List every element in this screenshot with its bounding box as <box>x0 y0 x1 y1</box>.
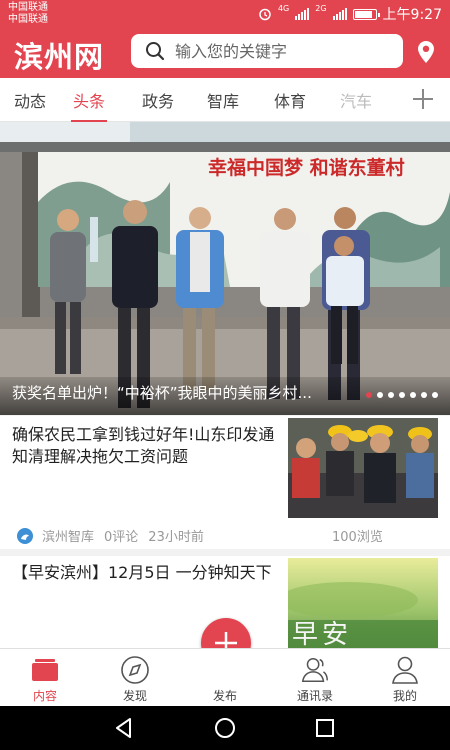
carousel-dot[interactable] <box>421 392 427 398</box>
home-icon[interactable] <box>214 717 236 739</box>
signal-icon <box>332 8 347 20</box>
news-time: 23小时前 <box>148 530 204 545</box>
thumb-text: 早安 <box>292 620 353 648</box>
tab-dongtai[interactable]: 动态 <box>14 88 46 112</box>
carousel-dot[interactable] <box>410 392 416 398</box>
contacts-icon <box>301 657 328 683</box>
carousel-dot[interactable] <box>399 392 405 398</box>
nav-label: 我的 <box>392 689 417 703</box>
profile-icon <box>392 656 418 684</box>
tab-zhengwu[interactable]: 政务 <box>142 88 174 112</box>
banner-image: 幸福中国梦 和谐东董村 <box>0 122 450 415</box>
hero-banner[interactable]: 幸福中国梦 和谐东董村 获奖名单出炉！“中裕杯”我眼中的美丽乡村... <box>0 122 450 415</box>
app-header: 滨州网 <box>0 28 450 78</box>
source-avatar-icon <box>17 527 33 544</box>
system-nav-bar <box>0 706 450 750</box>
alarm-icon <box>259 8 271 21</box>
search-bar[interactable] <box>131 34 403 68</box>
nav-content[interactable]: 内容 <box>0 649 90 707</box>
signal-icon <box>295 8 310 20</box>
news-source: 滨州智库 <box>42 530 95 545</box>
nav-label: 通讯录 <box>296 689 333 703</box>
news-item[interactable]: 确保农民工拿到钱过好年!山东印发通知清理解决拖欠工资问题 滨州智库 0评论 23… <box>0 416 450 549</box>
recent-apps-icon[interactable] <box>314 717 336 739</box>
nav-contacts[interactable]: 通讯录 <box>270 649 360 707</box>
carousel-dot[interactable] <box>377 392 383 398</box>
carrier-info: 中国联通 中国联通 <box>8 2 48 26</box>
mural-slogan: 幸福中国梦 和谐东董村 <box>208 156 405 179</box>
carousel-dot[interactable] <box>366 392 372 398</box>
status-bar: 中国联通 中国联通 4G 2G 上午9:27 <box>0 0 450 28</box>
nav-label: 发现 <box>122 689 147 703</box>
news-thumbnail[interactable]: 早安 <box>288 558 438 648</box>
tab-tiyu[interactable]: 体育 <box>274 88 306 112</box>
nav-publish[interactable]: 发布 <box>180 649 270 707</box>
nav-label: 内容 <box>32 689 57 703</box>
news-comments: 0评论 <box>104 530 139 545</box>
search-icon <box>146 42 165 61</box>
app-logo: 滨州网 <box>14 40 105 74</box>
app-screen: 中国联通 中国联通 4G 2G 上午9:27 滨州网 动态 头条 政务 智库 体… <box>0 0 450 750</box>
network-type-label: 2G <box>315 4 327 13</box>
compass-icon <box>121 656 149 684</box>
carousel-dot[interactable] <box>432 392 438 398</box>
carousel-indicator <box>366 392 438 398</box>
carrier-label: 中国联通 <box>8 14 48 25</box>
channel-tabs: 动态 头条 政务 智库 体育 汽车 <box>0 78 450 122</box>
news-views: 100浏览 <box>332 530 383 545</box>
bottom-nav: 内容 发现 发布 通讯录 我的 <box>0 648 450 706</box>
back-icon[interactable] <box>113 717 135 739</box>
nav-profile[interactable]: 我的 <box>360 649 450 707</box>
content-icon <box>32 659 58 681</box>
news-thumbnail[interactable] <box>288 418 438 518</box>
tab-zhiku[interactable]: 智库 <box>207 88 239 112</box>
carrier-label: 中国联通 <box>8 2 48 13</box>
status-icons: 4G 2G 上午9:27 <box>258 5 442 23</box>
battery-icon <box>352 8 380 20</box>
carousel-dot[interactable] <box>388 392 394 398</box>
news-title[interactable]: 确保农民工拿到钱过好年!山东印发通知清理解决拖欠工资问题 <box>12 424 280 468</box>
clock: 上午9:27 <box>382 7 442 23</box>
tab-toutiao[interactable]: 头条 <box>70 88 108 122</box>
banner-caption[interactable]: 获奖名单出炉！“中裕杯”我眼中的美丽乡村... <box>12 382 360 403</box>
tab-qiche[interactable]: 汽车 <box>340 88 372 112</box>
search-input[interactable] <box>175 41 385 61</box>
news-title[interactable]: 【早安滨州】12月5日 一分钟知天下 <box>12 562 280 584</box>
network-type-label: 4G <box>277 4 290 13</box>
nav-discover[interactable]: 发现 <box>90 649 180 707</box>
location-icon[interactable] <box>416 40 436 64</box>
workers-photo <box>288 418 438 518</box>
nav-label: 发布 <box>212 689 237 703</box>
add-channel-icon[interactable] <box>408 84 438 114</box>
news-meta: 滨州智库 0评论 23小时前 <box>16 526 214 545</box>
